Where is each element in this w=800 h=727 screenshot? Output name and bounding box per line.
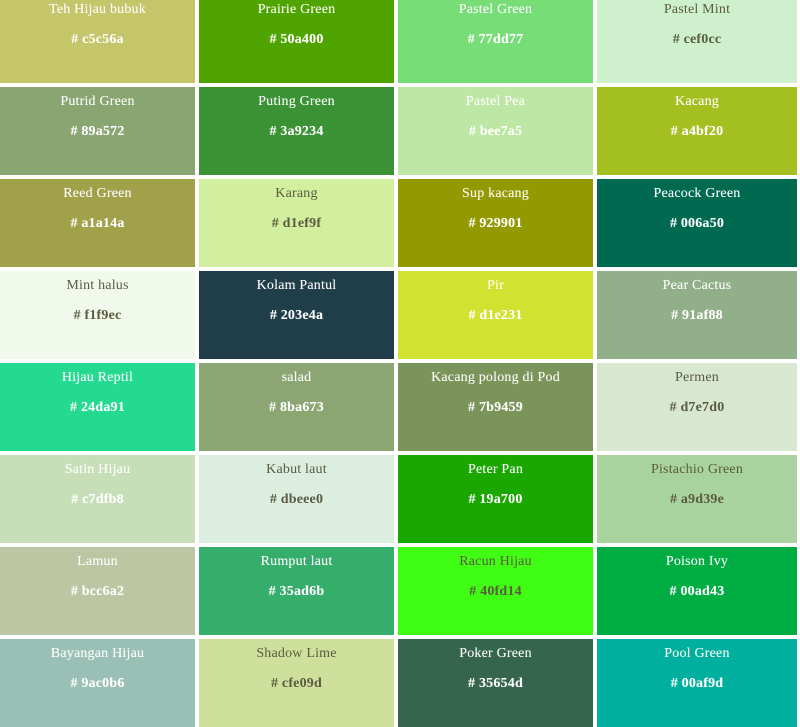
color-swatch-name: Shadow Lime xyxy=(256,646,337,661)
color-swatch-hex: # bee7a5 xyxy=(468,124,523,139)
color-swatch-hex: # 91af88 xyxy=(671,308,723,323)
color-swatch-hex: # 35654d xyxy=(468,676,523,691)
color-swatch-name: Lamun xyxy=(77,554,118,569)
color-swatch[interactable]: Lamun # bcc6a2 xyxy=(0,547,199,635)
color-swatch-hex: # a9d39e xyxy=(669,492,725,507)
color-swatch-hex: # 19a700 xyxy=(468,492,523,507)
color-swatch-name: Racun Hijau xyxy=(459,554,532,569)
color-swatch-name: Reed Green xyxy=(63,186,132,201)
color-swatch-hex: # 006a50 xyxy=(669,216,725,231)
color-swatch[interactable]: Pir # d1e231 xyxy=(398,271,597,359)
color-swatch-hex: # 00ad43 xyxy=(669,584,725,599)
color-swatch[interactable]: Prairie Green # 50a400 xyxy=(199,0,398,83)
color-swatch-hex: # d7e7d0 xyxy=(669,400,725,415)
color-swatch-hex: # d1e231 xyxy=(468,308,523,323)
color-swatch-name: Pastel Pea xyxy=(465,94,526,109)
color-swatch[interactable]: Pastel Pea # bee7a5 xyxy=(398,87,597,175)
color-swatch-hex: # 7b9459 xyxy=(468,400,523,415)
color-swatch-hex: # dbeee0 xyxy=(269,492,324,507)
color-swatch[interactable]: Hijau Reptil # 24da91 xyxy=(0,363,199,451)
color-swatch[interactable]: Kacang polong di Pod # 7b9459 xyxy=(398,363,597,451)
color-palette-grid: Teh Hijau bubuk # c5c56a Prairie Green # 50… xyxy=(0,0,800,727)
color-swatch-hex: # 35ad6b xyxy=(268,584,325,599)
color-swatch-name: Kabut laut xyxy=(266,462,327,477)
color-swatch-name: Puting Green xyxy=(258,94,335,109)
color-swatch-hex: # a1a14a xyxy=(70,216,125,231)
color-swatch[interactable]: Bayangan Hijau # 9ac0b6 xyxy=(0,639,199,727)
color-swatch[interactable]: Pool Green # 00af9d xyxy=(597,639,797,727)
color-swatch-name: Pistachio Green xyxy=(650,462,744,477)
color-swatch[interactable]: Kolam Pantul # 203e4a xyxy=(199,271,398,359)
color-swatch[interactable]: Poker Green # 35654d xyxy=(398,639,597,727)
color-swatch[interactable]: salad # 8ba673 xyxy=(199,363,398,451)
color-swatch[interactable]: Kacang # a4bf20 xyxy=(597,87,797,175)
color-swatch-hex: # c7dfb8 xyxy=(71,492,124,507)
color-swatch[interactable]: Mint halus # f1f9ec xyxy=(0,271,199,359)
color-swatch[interactable]: Racun Hijau # 40fd14 xyxy=(398,547,597,635)
color-swatch-name: Bayangan Hijau xyxy=(50,646,145,661)
color-swatch-name: Pear Cactus xyxy=(662,278,732,293)
color-swatch-name: Kolam Pantul xyxy=(256,278,337,293)
color-swatch-name: salad xyxy=(281,370,312,385)
color-swatch-name: Karang xyxy=(275,186,318,201)
color-swatch[interactable]: Poison Ivy # 00ad43 xyxy=(597,547,797,635)
color-swatch-hex: # cfe09d xyxy=(271,676,322,691)
color-swatch-name: Kacang polong di Pod xyxy=(431,370,560,385)
color-swatch[interactable]: Karang # d1ef9f xyxy=(199,179,398,267)
color-swatch-name: Mint halus xyxy=(66,278,129,293)
color-swatch[interactable]: Putrid Green # 89a572 xyxy=(0,87,199,175)
color-swatch-hex: # a4bf20 xyxy=(670,124,724,139)
color-swatch[interactable]: Shadow Lime # cfe09d xyxy=(199,639,398,727)
color-swatch-name: Pastel Mint xyxy=(663,2,731,17)
color-swatch-name: Sup kacang xyxy=(462,186,529,201)
color-swatch[interactable]: Pastel Mint # cef0cc xyxy=(597,0,797,83)
color-swatch-hex: # 77dd77 xyxy=(467,32,524,47)
color-swatch-name: Poker Green xyxy=(459,646,532,661)
color-swatch-hex: # 00af9d xyxy=(670,676,724,691)
color-swatch[interactable]: Satin Hijau # c7dfb8 xyxy=(0,455,199,543)
color-swatch-name: Permen xyxy=(675,370,719,385)
color-swatch[interactable]: Peter Pan # 19a700 xyxy=(398,455,597,543)
color-swatch-name: Pool Green xyxy=(664,646,730,661)
color-swatch-hex: # 9ac0b6 xyxy=(70,676,125,691)
color-swatch-name: Peter Pan xyxy=(467,462,524,477)
color-swatch[interactable]: Puting Green # 3a9234 xyxy=(199,87,398,175)
color-swatch-hex: # cef0cc xyxy=(672,32,722,47)
color-swatch-name: Pastel Green xyxy=(458,2,533,17)
color-swatch[interactable]: Reed Green # a1a14a xyxy=(0,179,199,267)
color-swatch-hex: # f1f9ec xyxy=(73,308,122,323)
color-swatch-name: Putrid Green xyxy=(60,94,135,109)
color-swatch-hex: # 3a9234 xyxy=(269,124,324,139)
color-swatch-hex: # 203e4a xyxy=(269,308,324,323)
color-swatch-hex: # 89a572 xyxy=(70,124,125,139)
color-swatch-name: Hijau Reptil xyxy=(61,370,134,385)
color-swatch-hex: # bcc6a2 xyxy=(70,584,125,599)
color-swatch[interactable]: Pear Cactus # 91af88 xyxy=(597,271,797,359)
color-swatch-hex: # 40fd14 xyxy=(469,584,522,599)
color-swatch-hex: # 24da91 xyxy=(70,400,125,415)
color-swatch-name: Satin Hijau xyxy=(64,462,131,477)
color-swatch-name: Kacang xyxy=(675,94,719,109)
color-swatch-hex: # 929901 xyxy=(468,216,523,231)
color-swatch[interactable]: Peacock Green # 006a50 xyxy=(597,179,797,267)
color-swatch[interactable]: Sup kacang # 929901 xyxy=(398,179,597,267)
color-swatch[interactable]: Rumput laut # 35ad6b xyxy=(199,547,398,635)
color-swatch-name: Rumput laut xyxy=(260,554,333,569)
color-swatch-hex: # 8ba673 xyxy=(269,400,324,415)
color-swatch-name: Peacock Green xyxy=(653,186,741,201)
color-swatch[interactable]: Kabut laut # dbeee0 xyxy=(199,455,398,543)
color-swatch[interactable]: Teh Hijau bubuk # c5c56a xyxy=(0,0,199,83)
color-swatch-hex: # d1ef9f xyxy=(271,216,322,231)
color-swatch[interactable]: Pistachio Green # a9d39e xyxy=(597,455,797,543)
color-swatch-name: Poison Ivy xyxy=(665,554,729,569)
color-swatch-name: Teh Hijau bubuk xyxy=(49,2,146,17)
color-swatch-name: Pir xyxy=(487,278,504,293)
color-swatch[interactable]: Pastel Green # 77dd77 xyxy=(398,0,597,83)
color-swatch[interactable]: Permen # d7e7d0 xyxy=(597,363,797,451)
color-swatch-hex: # 50a400 xyxy=(269,32,324,47)
color-swatch-hex: # c5c56a xyxy=(71,32,124,47)
color-swatch-name: Prairie Green xyxy=(257,2,336,17)
